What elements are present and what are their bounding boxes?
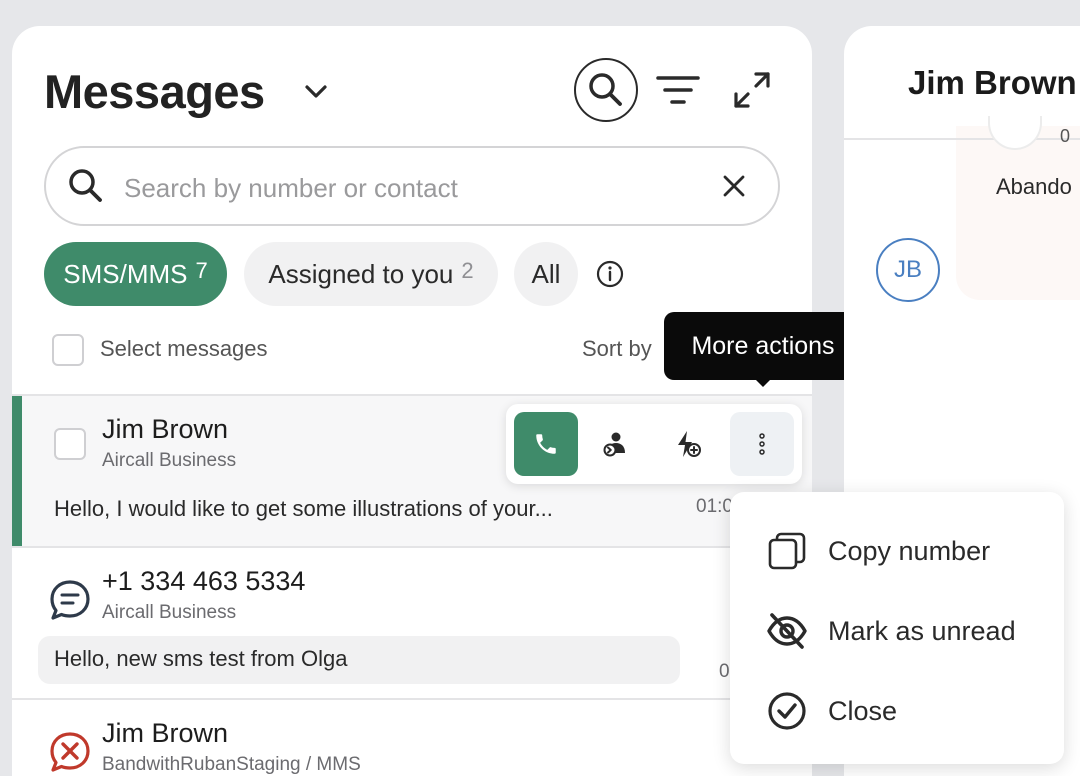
assign-user-icon (603, 432, 625, 457)
select-all-checkbox[interactable] (52, 334, 84, 366)
info-icon[interactable] (596, 260, 624, 288)
menu-item-close[interactable]: Close (730, 670, 1064, 750)
messages-panel: Messages SMS/MMS 7 (12, 26, 812, 776)
assign-button[interactable] (584, 412, 648, 476)
filter-chip-all[interactable]: All (514, 242, 578, 306)
search-input[interactable] (124, 168, 684, 208)
conversation-action-bar (506, 404, 802, 484)
copy-icon (768, 532, 806, 570)
search-toggle-button[interactable] (574, 58, 638, 122)
more-actions-button[interactable] (730, 412, 794, 476)
contact-name: Jim Brown (102, 718, 229, 748)
search-icon (69, 169, 102, 202)
detail-contact-name: Jim Brown (908, 64, 1077, 101)
check-circle-icon (768, 692, 806, 730)
close-icon[interactable] (722, 174, 746, 198)
more-actions-tooltip: More actions (664, 312, 862, 380)
conversation-row[interactable]: Jim Brown BandwithRubanStaging / MMS (12, 698, 812, 776)
filter-chip-label: All (531, 258, 561, 289)
conversation-checkbox[interactable] (54, 428, 86, 460)
contact-name: +1 334 463 5334 (102, 566, 306, 596)
avatar: JB (876, 238, 940, 302)
filter-chip-sms-mms[interactable]: SMS/MMS 7 (44, 242, 227, 306)
filter-chip-assigned[interactable]: Assigned to you 2 (244, 242, 498, 306)
selected-indicator (12, 396, 22, 548)
more-vertical-icon (759, 433, 765, 455)
line-name: Aircall Business (102, 602, 237, 623)
filter-chip-count: 2 (461, 258, 474, 283)
filter-chip-label: SMS/MMS (63, 258, 188, 289)
conversation-row[interactable]: +1 334 463 5334 Aircall Business Hello, … (12, 546, 812, 698)
message-preview: Hello, I would like to get some illustra… (54, 496, 553, 521)
page-title: Messages (44, 65, 265, 118)
call-status-text: Abando (996, 174, 1072, 199)
search-bar (44, 146, 780, 226)
more-actions-menu: Copy number Mark as unread Close (730, 492, 1064, 764)
sort-by-button[interactable]: Sort by (582, 336, 652, 362)
menu-item-label: Mark as unread (828, 616, 1016, 646)
detail-divider (844, 138, 1080, 140)
search-icon (589, 73, 622, 106)
phone-icon (536, 434, 556, 454)
call-button[interactable] (514, 412, 578, 476)
line-name: Aircall Business (102, 450, 237, 471)
message-time: 01:0 (696, 496, 733, 517)
tooltip-arrow (754, 378, 772, 387)
message-bubble-icon (50, 580, 90, 620)
expand-icon[interactable] (730, 68, 774, 112)
call-card (956, 126, 1080, 300)
eye-off-icon (767, 613, 807, 649)
menu-item-copy-number[interactable]: Copy number (730, 510, 1064, 590)
filter-icon[interactable] (652, 70, 704, 110)
card-number-partial: 0 (1060, 126, 1071, 146)
menu-item-mark-as-unread[interactable]: Mark as unread (730, 590, 1064, 670)
quick-action-icon (678, 431, 701, 457)
menu-item-label: Close (828, 696, 898, 726)
chevron-down-icon[interactable] (302, 80, 330, 104)
message-preview: Hello, new sms test from Olga (54, 646, 348, 671)
contact-name: Jim Brown (102, 414, 229, 444)
filter-chip-label: Assigned to you (268, 258, 454, 289)
failed-x-icon (50, 732, 90, 772)
quick-action-button[interactable] (656, 412, 720, 476)
filter-chip-count: 7 (195, 258, 208, 283)
select-messages-label: Select messages (100, 336, 268, 361)
line-name: BandwithRubanStaging / MMS (102, 754, 361, 775)
menu-item-label: Copy number (828, 536, 991, 566)
